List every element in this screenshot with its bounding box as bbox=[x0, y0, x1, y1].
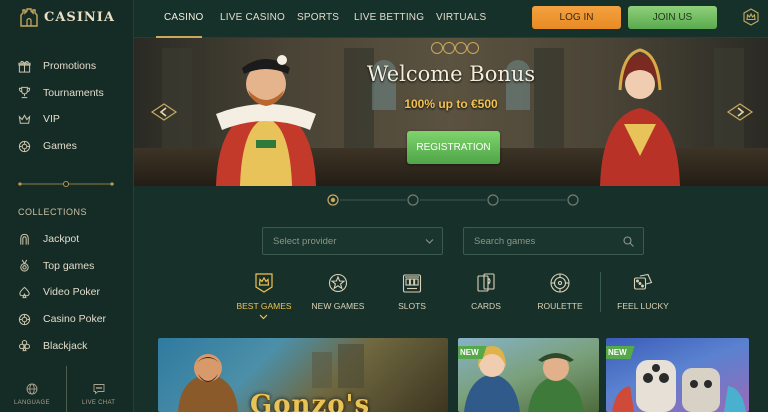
provider-select-placeholder: Select provider bbox=[273, 235, 337, 247]
chat-icon bbox=[93, 384, 105, 395]
sidebar-item-games[interactable]: Games bbox=[0, 133, 134, 160]
top-navigation: CASINO LIVE CASINO SPORTS LIVE BETTING V… bbox=[134, 0, 768, 38]
sidebar-item-tournaments[interactable]: Tournaments bbox=[0, 80, 134, 107]
category-label: BEST GAMES bbox=[236, 301, 292, 311]
search-box bbox=[463, 227, 644, 255]
new-badge: NEW bbox=[606, 346, 635, 359]
category-label: FEEL LUCKY bbox=[617, 301, 669, 311]
search-input[interactable] bbox=[464, 228, 614, 254]
category-label: CARDS bbox=[471, 301, 501, 311]
stone-ruins bbox=[312, 344, 364, 388]
category-feel-lucky[interactable]: FEEL LUCKY bbox=[610, 272, 676, 311]
hero-subtitle: 100% up to €500 bbox=[404, 97, 498, 111]
vip-crown-icon[interactable] bbox=[742, 8, 760, 26]
live-chat-label: LIVE CHAT bbox=[82, 400, 116, 406]
sidebar-item-top-games[interactable]: Top games bbox=[0, 253, 134, 280]
cards-icon bbox=[477, 273, 495, 292]
chip-icon bbox=[18, 313, 31, 325]
slider-pagination bbox=[327, 194, 579, 206]
sidebar-item-label: Games bbox=[43, 140, 77, 153]
live-chat-button[interactable]: LIVE CHAT bbox=[82, 383, 115, 406]
medal-icon bbox=[20, 260, 29, 272]
category-label: ROULETTE bbox=[537, 301, 583, 311]
sidebar: CASINIA Promotions Tournaments VIP Games… bbox=[0, 0, 134, 412]
sidebar-item-label: Tournaments bbox=[43, 86, 104, 99]
hero-banner: Welcome Bonus 100% up to €500 REGISTRATI… bbox=[134, 38, 768, 186]
category-cards[interactable]: CARDS bbox=[453, 272, 519, 311]
sidebar-item-video-poker[interactable]: Video Poker bbox=[0, 279, 134, 306]
game-card-new-2[interactable]: NEW bbox=[606, 338, 749, 412]
join-button[interactable]: JOIN US bbox=[628, 6, 717, 29]
brand-name: CASINIA bbox=[44, 9, 115, 25]
explorer-illustration bbox=[178, 354, 238, 412]
game-card-new-1[interactable]: NEW bbox=[458, 338, 599, 412]
slot-machine-icon bbox=[402, 274, 422, 293]
chevron-down-icon bbox=[425, 239, 434, 244]
prev-arrow-icon[interactable] bbox=[150, 102, 178, 122]
nav-virtuals[interactable]: VIRTUALS bbox=[436, 12, 486, 23]
sidebar-item-label: Video Poker bbox=[43, 286, 101, 299]
registration-button[interactable]: REGISTRATION bbox=[407, 131, 500, 164]
chevron-down-icon bbox=[259, 314, 268, 320]
sidebar-item-blackjack[interactable]: Blackjack bbox=[0, 332, 134, 359]
gift-icon bbox=[18, 60, 31, 73]
collections-title: COLLECTIONS bbox=[18, 207, 88, 217]
search-icon[interactable] bbox=[623, 236, 634, 247]
roulette-icon bbox=[550, 273, 570, 293]
game-title: Gonzo's bbox=[250, 390, 371, 412]
horseshoe-icon bbox=[20, 233, 29, 245]
crown-icon bbox=[18, 114, 31, 124]
sidebar-item-vip[interactable]: VIP bbox=[0, 106, 134, 133]
category-best-games[interactable]: BEST GAMES bbox=[231, 272, 297, 311]
starburst-icon bbox=[328, 273, 348, 293]
language-label: LANGUAGE bbox=[14, 400, 50, 406]
language-button[interactable]: LANGUAGE bbox=[14, 383, 50, 406]
sidebar-item-label: VIP bbox=[43, 113, 60, 126]
castle-logo-icon bbox=[20, 8, 38, 27]
ornament-divider bbox=[18, 180, 114, 188]
category-separator bbox=[600, 272, 601, 312]
coins-ornament bbox=[431, 42, 479, 54]
sidebar-item-casino-poker[interactable]: Casino Poker bbox=[0, 306, 134, 333]
game-card-gonzos[interactable]: Gonzo's bbox=[158, 338, 448, 412]
category-new-games[interactable]: NEW GAMES bbox=[305, 272, 371, 311]
sidebar-item-label: Blackjack bbox=[43, 339, 88, 352]
next-arrow-icon[interactable] bbox=[726, 102, 754, 122]
club-icon bbox=[18, 340, 31, 352]
trophy-icon bbox=[18, 87, 31, 99]
spade-icon bbox=[19, 286, 30, 299]
new-badge: NEW bbox=[458, 346, 487, 359]
slide-dot-4[interactable] bbox=[567, 194, 579, 206]
dice-icon bbox=[633, 273, 653, 290]
nav-live-casino[interactable]: LIVE CASINO bbox=[220, 12, 285, 23]
sidebar-collections: Jackpot Top games Video Poker Casino Pok… bbox=[0, 226, 134, 359]
crown-badge-icon bbox=[255, 273, 273, 293]
sidebar-item-jackpot[interactable]: Jackpot bbox=[0, 226, 134, 253]
sidebar-item-label: Top games bbox=[43, 259, 95, 272]
slide-dot-3[interactable] bbox=[487, 194, 499, 206]
logo[interactable]: CASINIA bbox=[18, 6, 115, 28]
nav-casino[interactable]: CASINO bbox=[164, 12, 204, 23]
sidebar-item-promotions[interactable]: Promotions bbox=[0, 53, 134, 80]
sidebar-item-label: Casino Poker bbox=[43, 313, 107, 326]
sidebar-item-label: Jackpot bbox=[43, 233, 80, 246]
category-label: NEW GAMES bbox=[311, 301, 365, 311]
nav-sports[interactable]: SPORTS bbox=[297, 12, 339, 23]
hero-title: Welcome Bonus bbox=[366, 62, 536, 86]
sidebar-main-nav: Promotions Tournaments VIP Games bbox=[0, 53, 134, 159]
login-button[interactable]: LOG IN bbox=[532, 6, 621, 29]
category-slots[interactable]: SLOTS bbox=[379, 272, 445, 311]
category-roulette[interactable]: ROULETTE bbox=[527, 272, 593, 311]
nav-live-betting[interactable]: LIVE BETTING bbox=[354, 12, 424, 23]
slide-dot-2[interactable] bbox=[407, 194, 419, 206]
chip-icon bbox=[18, 140, 31, 152]
globe-icon bbox=[26, 383, 38, 395]
provider-select[interactable]: Select provider bbox=[262, 227, 443, 255]
footer-divider bbox=[66, 366, 67, 412]
category-label: SLOTS bbox=[398, 301, 426, 311]
sidebar-item-label: Promotions bbox=[43, 60, 97, 73]
sidebar-footer: LANGUAGE LIVE CHAT bbox=[0, 362, 134, 412]
